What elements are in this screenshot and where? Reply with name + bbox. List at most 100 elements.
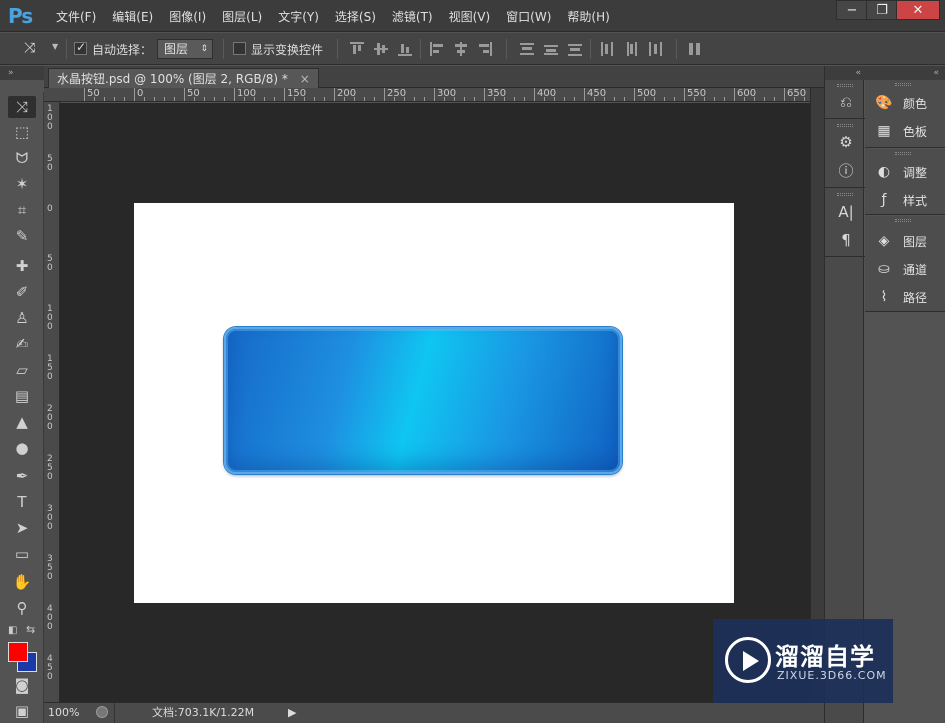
- zoom-tool-icon[interactable]: ⚲: [8, 597, 36, 619]
- auto-select-label: 自动选择：: [92, 43, 153, 57]
- swap-colors-icon[interactable]: ⇆: [26, 623, 35, 636]
- ruler-h-tick: [564, 97, 565, 101]
- info-icon[interactable]: ⓘ: [835, 160, 857, 182]
- shape-tool-icon[interactable]: ▭: [8, 543, 36, 565]
- document-tab[interactable]: 水晶按钮.psd @ 100% (图层 2, RGB/8) * ×: [48, 68, 319, 88]
- collapse-toolbar-icon[interactable]: »: [0, 66, 44, 80]
- stepper-icon: ⇕: [200, 44, 208, 54]
- foreground-color-swatch[interactable]: [8, 642, 28, 662]
- clone-stamp-icon[interactable]: ♙: [8, 307, 36, 329]
- auto-select-checkbox[interactable]: [74, 40, 87, 55]
- panel-grip[interactable]: [895, 152, 911, 155]
- layers-panel-tab[interactable]: ◈ 图层: [871, 230, 941, 252]
- color-panel-tab[interactable]: 🎨 颜色: [871, 92, 941, 114]
- healing-brush-icon[interactable]: ✚: [8, 255, 36, 277]
- menu-select[interactable]: 选择(S): [327, 8, 384, 25]
- marquee-tool-icon[interactable]: ⬚: [8, 121, 36, 143]
- lasso-tool-icon[interactable]: ᗢ: [8, 147, 36, 169]
- character-icon[interactable]: A|: [835, 201, 857, 223]
- history-brush-icon[interactable]: ✍: [8, 333, 36, 355]
- align-right-icon[interactable]: [478, 42, 492, 56]
- ruler-v-label: 350: [47, 554, 53, 582]
- menu-edit[interactable]: 编辑(E): [104, 8, 161, 25]
- paths-panel-label: 路径: [903, 291, 928, 305]
- distribute-left-icon[interactable]: [600, 42, 614, 56]
- distribute-top-icon[interactable]: [520, 42, 534, 56]
- path-select-icon[interactable]: ➤: [8, 517, 36, 539]
- align-vcenter-icon[interactable]: [374, 42, 388, 56]
- color-panel-label: 颜色: [903, 97, 928, 111]
- panel-grip[interactable]: [895, 83, 911, 86]
- adjustments-panel-tab[interactable]: ◐ 调整: [871, 161, 941, 183]
- document-canvas[interactable]: [134, 203, 734, 603]
- blur-tool-icon[interactable]: ▲: [8, 411, 36, 433]
- distribute-vcenter-icon[interactable]: [544, 42, 558, 56]
- quick-mask-icon[interactable]: ◙: [8, 674, 36, 696]
- paths-panel-tab[interactable]: ⌇ 路径: [871, 286, 941, 308]
- move-tool-preset-icon[interactable]: ⤨: [24, 40, 35, 56]
- ruler-v-label: 450: [47, 654, 53, 682]
- close-tab-icon[interactable]: ×: [300, 72, 310, 86]
- menu-layer[interactable]: 图层(L): [214, 8, 270, 25]
- eyedropper-icon[interactable]: ✎: [8, 225, 36, 247]
- menu-window[interactable]: 窗口(W): [498, 8, 559, 25]
- hand-tool-icon[interactable]: ✋: [8, 571, 36, 593]
- distribute-bottom-icon[interactable]: [568, 42, 582, 56]
- restore-button[interactable]: ❐: [866, 0, 898, 20]
- distribute-hcenter-icon[interactable]: [624, 42, 638, 56]
- menu-image[interactable]: 图像(I): [161, 8, 214, 25]
- magic-wand-icon[interactable]: ✶: [8, 173, 36, 195]
- minimize-button[interactable]: −: [836, 0, 868, 20]
- eraser-icon[interactable]: ▱: [8, 359, 36, 381]
- panel-grip[interactable]: [895, 219, 911, 222]
- separator: [506, 39, 507, 59]
- close-button[interactable]: ✕: [896, 0, 940, 20]
- type-tool-icon[interactable]: T: [8, 491, 36, 513]
- swatches-panel-tab[interactable]: ▦ 色板: [871, 120, 941, 142]
- screen-mode-icon[interactable]: ▣: [8, 700, 36, 722]
- brush-tool-icon[interactable]: ✐: [8, 281, 36, 303]
- crop-tool-icon[interactable]: ⌗: [8, 199, 36, 221]
- menu-type[interactable]: 文字(Y): [270, 8, 327, 25]
- ruler-h-tick: [184, 88, 185, 101]
- panel-grip[interactable]: [837, 124, 853, 127]
- auto-select-dropdown[interactable]: 图层 ⇕: [157, 39, 213, 59]
- menu-view[interactable]: 视图(V): [441, 8, 499, 25]
- history-icon[interactable]: ⎌: [835, 91, 857, 113]
- gradient-tool-icon[interactable]: ▤: [8, 385, 36, 407]
- ruler-h-tick: [584, 88, 585, 101]
- ruler-h-tick: [254, 97, 255, 101]
- distribute-right-icon[interactable]: [648, 42, 662, 56]
- transform-controls-checkbox[interactable]: [233, 42, 246, 55]
- actions-icon[interactable]: ⚙: [835, 131, 857, 153]
- crystal-button-layer[interactable]: [224, 327, 622, 474]
- chevron-down-icon[interactable]: ▼: [52, 42, 58, 51]
- align-top-icon[interactable]: [350, 42, 364, 56]
- ruler-h-tick: [544, 97, 545, 101]
- ruler-h-tick: [554, 97, 555, 101]
- align-left-icon[interactable]: [430, 42, 444, 56]
- expand-panels-icon[interactable]: «: [825, 66, 865, 80]
- zoom-level[interactable]: 100%: [48, 704, 92, 722]
- default-colors-icon[interactable]: ◧: [8, 625, 17, 636]
- dodge-tool-icon[interactable]: ●: [8, 437, 36, 459]
- styles-panel-tab[interactable]: ƒ 样式: [871, 189, 941, 211]
- status-menu-arrow-icon[interactable]: ▶: [288, 706, 296, 719]
- auto-align-icon[interactable]: [688, 42, 702, 56]
- move-tool-icon[interactable]: ⤨: [8, 96, 36, 118]
- menu-file[interactable]: 文件(F): [48, 8, 104, 25]
- panel-grip[interactable]: [837, 193, 853, 196]
- align-bottom-icon[interactable]: [398, 42, 412, 56]
- menu-filter[interactable]: 滤镜(T): [384, 8, 441, 25]
- ruler-h-tick: [114, 97, 115, 101]
- collapse-dock-icon[interactable]: «: [865, 66, 945, 80]
- vertical-scrollbar[interactable]: [810, 88, 824, 703]
- menu-help[interactable]: 帮助(H): [559, 8, 617, 25]
- pen-tool-icon[interactable]: ✒: [8, 465, 36, 487]
- panel-grip[interactable]: [837, 84, 853, 87]
- align-hcenter-icon[interactable]: [454, 42, 468, 56]
- status-info-icon[interactable]: [96, 706, 108, 718]
- channels-panel-tab[interactable]: ⛀ 通道: [871, 258, 941, 280]
- paths-icon: ⌇: [880, 289, 888, 305]
- paragraph-icon[interactable]: ¶: [835, 229, 857, 251]
